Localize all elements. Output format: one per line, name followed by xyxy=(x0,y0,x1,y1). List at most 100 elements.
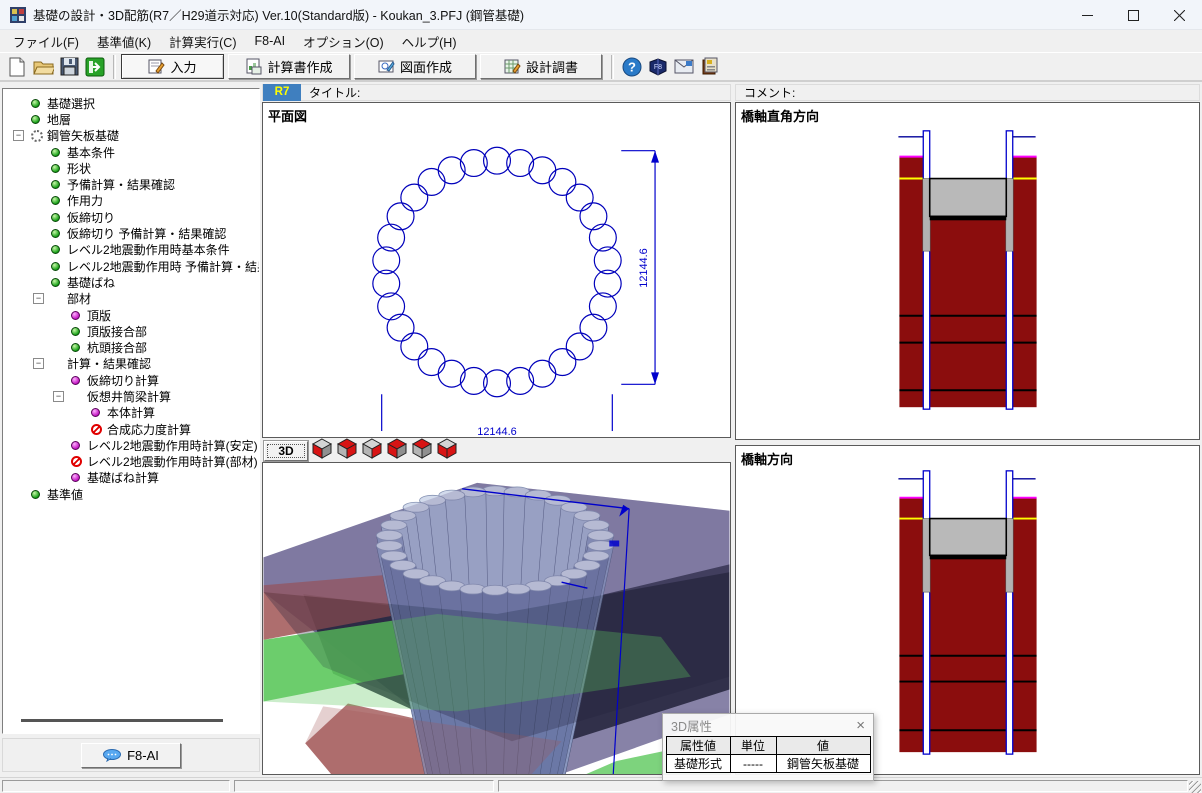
section-perpendicular-title: 橋軸直角方向 xyxy=(741,106,819,125)
tree-item[interactable]: − 鋼管矢板基礎 xyxy=(3,128,259,144)
3d-toggle-button[interactable]: 3D xyxy=(264,441,308,461)
tree-item[interactable]: 基準値 xyxy=(3,486,259,502)
tree-hscrollbar-thumb[interactable] xyxy=(21,719,223,722)
manual-icon[interactable] xyxy=(698,55,722,79)
new-document-icon[interactable] xyxy=(5,55,29,79)
input-mode-button[interactable]: 入力 xyxy=(121,54,224,79)
attr-value-cell: ----- xyxy=(730,755,776,773)
toolbar: 入力 計算書作成 図面作成 設計調書 ? F8 xyxy=(0,52,1202,82)
tree-item[interactable]: 基礎選択 xyxy=(3,95,259,111)
pile-ring-icon xyxy=(31,130,43,142)
tree-item-label: 基礎ばね xyxy=(67,274,115,291)
resize-grip[interactable] xyxy=(1189,781,1201,793)
tree-item[interactable]: 本体計算 xyxy=(3,405,259,421)
node-status-icon xyxy=(71,441,80,450)
tree-item[interactable]: 予備計算・結果確認 xyxy=(3,176,259,192)
menu-item-5[interactable]: ヘルプ(H) xyxy=(393,29,466,54)
tree-item[interactable]: − 部材 xyxy=(3,291,259,307)
menu-bar: ファイル(F)基準値(K)計算実行(C)F8-AIオプション(O)ヘルプ(H) xyxy=(0,30,1202,52)
tree-item[interactable]: −仮想井筒梁計算 xyxy=(3,388,259,404)
tree-item[interactable]: 形状 xyxy=(3,160,259,176)
plan-view-title: 平面図 xyxy=(268,106,307,125)
tree-item[interactable]: レベル2地震動作用時 予備計算・結果確認 xyxy=(3,258,259,274)
tree-item-label: 仮締切り計算 xyxy=(87,372,159,389)
view-cube-icon-5[interactable] xyxy=(436,438,458,459)
view-cube-icon-1[interactable] xyxy=(336,438,358,459)
close-icon[interactable]: × xyxy=(856,717,865,734)
3d-attributes-titlebar[interactable]: 3D属性 × xyxy=(663,714,873,736)
menu-item-3[interactable]: F8-AI xyxy=(246,31,295,51)
close-button[interactable] xyxy=(1156,0,1202,30)
menu-item-4[interactable]: オプション(O) xyxy=(294,29,393,54)
section-view-perpendicular[interactable]: 橋軸直角方向 xyxy=(735,102,1200,440)
node-status-icon xyxy=(31,490,40,499)
window-title: 基礎の設計・3D配筋(R7／H29道示対応) Ver.10(Standard版)… xyxy=(33,5,524,24)
attr-header-cell: 属性値 xyxy=(666,737,730,755)
drawing-create-label: 図面作成 xyxy=(400,57,452,76)
node-status-icon xyxy=(51,196,60,205)
tree-item-label: 基礎選択 xyxy=(47,95,95,112)
tree-item[interactable]: レベル2地震動作用時計算(部材) xyxy=(3,454,259,470)
tree-item[interactable]: 頂版接合部 xyxy=(3,323,259,339)
drawing-create-button[interactable]: 図面作成 xyxy=(354,54,476,79)
minimize-button[interactable] xyxy=(1064,0,1110,30)
tree-item[interactable]: 基本条件 xyxy=(3,144,259,160)
node-status-icon xyxy=(51,245,60,254)
tree-item[interactable]: 基礎ばね xyxy=(3,274,259,290)
tree-item-label: 合成応力度計算 xyxy=(107,421,191,438)
tree-expander-icon[interactable]: − xyxy=(33,293,44,304)
exit-icon[interactable] xyxy=(83,55,107,79)
tree-expander-icon[interactable]: − xyxy=(53,391,64,402)
tree-item[interactable]: −計算・結果確認 xyxy=(3,356,259,372)
tree-item[interactable]: 地層 xyxy=(3,111,259,127)
help-icon[interactable]: ? xyxy=(620,55,644,79)
view-cube-icon-3[interactable] xyxy=(386,438,408,459)
tree-item-label: レベル2地震動作用時 予備計算・結果確認 xyxy=(67,258,260,275)
menu-item-0[interactable]: ファイル(F) xyxy=(4,29,88,54)
maximize-button[interactable] xyxy=(1110,0,1156,30)
plan-view-panel[interactable]: 12144.6 12144.6 平面図 xyxy=(262,102,731,438)
tree-item[interactable]: 合成応力度計算 xyxy=(3,421,259,437)
node-status-icon xyxy=(51,164,60,173)
view-cube-icon-0[interactable] xyxy=(311,438,333,459)
tree-item[interactable]: 杭頭接合部 xyxy=(3,339,259,355)
view-cube-icon-2[interactable] xyxy=(361,438,383,459)
navigation-tree: 基礎選択地層 − 鋼管矢板基礎基本条件形状予備計算・結果確認作用力仮締切り仮締切り … xyxy=(2,88,260,734)
tree-item[interactable]: 仮締切り 予備計算・結果確認 xyxy=(3,225,259,241)
tree-item-label: 部材 xyxy=(67,290,91,307)
design-record-button[interactable]: 設計調書 xyxy=(480,54,602,79)
tree-hscrollbar[interactable] xyxy=(3,716,257,726)
tree-item-label: 形状 xyxy=(67,160,91,177)
view-cube-icon-4[interactable] xyxy=(411,438,433,459)
status-cell-left xyxy=(2,780,230,792)
tree-item[interactable]: 仮締切り xyxy=(3,209,259,225)
node-status-icon xyxy=(31,99,40,108)
mail-icon[interactable] xyxy=(672,55,696,79)
tree-item[interactable]: 作用力 xyxy=(3,193,259,209)
report-create-label: 計算書作成 xyxy=(267,57,332,76)
svg-text:12144.6: 12144.6 xyxy=(477,426,516,437)
save-icon[interactable] xyxy=(57,55,81,79)
tree-item[interactable]: レベル2地震動作用時計算(安定) xyxy=(3,437,259,453)
report-create-button[interactable]: 計算書作成 xyxy=(228,54,350,79)
tree-expander-icon[interactable]: − xyxy=(13,130,24,141)
tree-item-label: 鋼管矢板基礎 xyxy=(47,127,119,144)
tree-item[interactable]: レベル2地震動作用時基本条件 xyxy=(3,242,259,258)
tree-item-label: 杭頭接合部 xyxy=(87,339,147,356)
tree-item[interactable]: 頂版 xyxy=(3,307,259,323)
f8-viewer-icon[interactable]: F8 xyxy=(646,55,670,79)
f8-ai-button[interactable]: F8-AI xyxy=(81,743,181,768)
3d-attributes-panel[interactable]: 3D属性 × 属性値単位値基礎形式-----鋼管矢板基礎 xyxy=(662,713,874,781)
tree-item[interactable]: 仮締切り計算 xyxy=(3,372,259,388)
status-bar xyxy=(0,777,1202,793)
tree-item-label: レベル2地震動作用時計算(部材) xyxy=(87,453,258,470)
menu-item-2[interactable]: 計算実行(C) xyxy=(160,29,245,54)
f8-ai-label: F8-AI xyxy=(127,748,159,763)
tree-item[interactable]: 基礎ばね計算 xyxy=(3,470,259,486)
3d-view[interactable] xyxy=(262,462,731,775)
input-mode-label: 入力 xyxy=(170,57,196,76)
f8-ai-area: F8-AI xyxy=(2,738,260,772)
menu-item-1[interactable]: 基準値(K) xyxy=(88,29,160,54)
open-folder-icon[interactable] xyxy=(31,55,55,79)
tree-expander-icon[interactable]: − xyxy=(33,358,44,369)
